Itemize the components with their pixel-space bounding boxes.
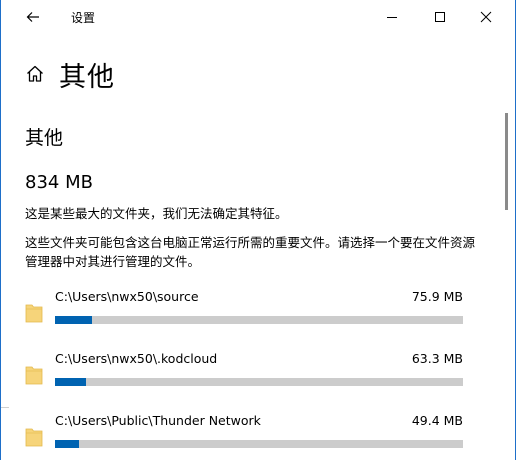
- folder-item[interactable]: C:\Users\Public\Thunder Network 49.4 MB: [21, 413, 471, 460]
- description-primary: 这是某些最大的文件夹，我们无法确定其特征。: [25, 206, 288, 221]
- description-secondary: 这些文件夹可能包含这台电脑正常运行所需的重要文件。请选择一个要在文件资源管理器中…: [25, 235, 476, 269]
- folder-size: 75.9 MB: [411, 289, 463, 304]
- folder-path: C:\Users\nwx50\source: [55, 289, 199, 304]
- close-button[interactable]: [463, 0, 509, 34]
- folder-size: 49.4 MB: [411, 413, 463, 428]
- usage-bar: [55, 440, 463, 448]
- home-icon[interactable]: [25, 64, 45, 84]
- settings-window: 设置 其他 其他 834 MB 这是某些最大的文件夹，我们无法确定其特征。 这些…: [0, 0, 516, 460]
- section-title: 其他: [25, 127, 64, 149]
- usage-bar-fill: [55, 440, 80, 448]
- maximize-button[interactable]: [417, 0, 463, 34]
- title-bar: 设置: [1, 0, 515, 34]
- divider: [1, 407, 9, 408]
- usage-bar: [55, 378, 463, 386]
- folder-item[interactable]: C:\Users\nwx50\source 75.9 MB: [21, 289, 471, 341]
- minimize-button[interactable]: [369, 0, 415, 34]
- usage-bar: [55, 316, 463, 324]
- minimize-icon: [387, 17, 397, 18]
- close-icon: [480, 11, 492, 23]
- page-header: 其他: [25, 54, 115, 94]
- maximize-icon: [435, 12, 445, 22]
- folder-size: 63.3 MB: [411, 351, 463, 366]
- folder-path: C:\Users\Public\Thunder Network: [55, 413, 261, 428]
- window-title: 设置: [71, 11, 96, 25]
- vertical-scrollbar[interactable]: [505, 113, 508, 210]
- folder-item[interactable]: C:\Users\nwx50\.kodcloud 63.3 MB: [21, 351, 471, 403]
- usage-bar-fill: [55, 378, 86, 386]
- page-title: 其他: [59, 61, 115, 93]
- back-button[interactable]: [21, 7, 45, 27]
- folder-icon: [25, 366, 43, 385]
- usage-bar-fill: [55, 316, 92, 324]
- folder-icon: [25, 304, 43, 323]
- total-size: 834 MB: [25, 172, 93, 193]
- folder-icon: [25, 428, 43, 447]
- back-arrow-icon: [26, 12, 39, 22]
- folder-path: C:\Users\nwx50\.kodcloud: [55, 351, 218, 366]
